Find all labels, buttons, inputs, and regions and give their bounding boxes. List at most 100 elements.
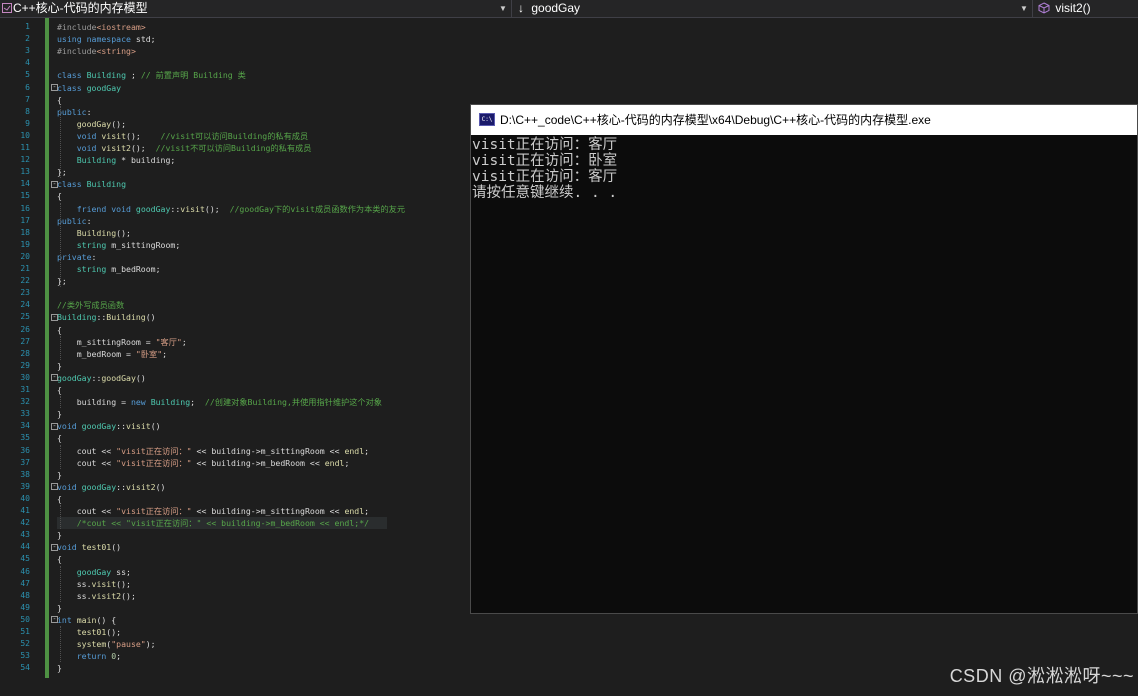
code-line: } [57,662,62,674]
line-number: 34 [20,421,30,431]
console-window[interactable]: C:\ D:\C++_code\C++核心-代码的内存模型\x64\Debug\… [470,104,1138,614]
code-token: private [57,251,92,262]
code-token: (); [116,578,131,589]
code-token: : [86,215,92,226]
code-token: ss [76,590,87,601]
code-token: using [57,34,82,45]
code-token: friend [76,203,107,214]
code-token: ; [190,397,205,408]
code-token: { [57,433,62,444]
collapse-icon[interactable]: - [51,313,58,321]
code-token: ; [364,445,370,456]
code-token: void [57,421,77,432]
line-number: 14 [20,179,30,189]
code-line: #include<iostream> [57,21,146,33]
code-line: //类外写成员函数 [57,299,124,311]
indent-guide [60,202,62,288]
code-token: /*cout << "visit正在访问：" << building->m_be… [76,518,370,529]
code-line: { [57,190,62,202]
member-scope-label: visit2() [1055,1,1091,15]
code-token: void [57,481,77,492]
chevron-down-icon[interactable]: ▼ [1020,0,1028,17]
code-line: class Building ; // 前置声明 Building 类 [57,69,246,81]
collapse-icon[interactable]: - [51,84,58,91]
file-scope-dropdown[interactable]: C++核心-代码的内存模型 [13,0,148,17]
code-token: Building [86,70,127,81]
code-token: endl [344,445,365,456]
code-token: string [76,264,107,274]
code-line: test01(); [57,626,121,638]
code-token: <string> [96,46,136,57]
code-token: cout [76,506,97,516]
code-token: "卧室" [135,348,163,359]
line-number: 44 [20,542,30,552]
line-number: 9 [25,118,30,128]
code-token: () [111,542,122,553]
code-token: void [57,542,77,553]
code-token: m_sittingRoom [76,336,141,347]
line-number: 51 [20,627,30,636]
console-line: visit正在访问：客厅 [472,137,618,153]
code-token: :: [116,481,127,492]
collapse-icon[interactable]: - [51,422,58,430]
code-line: Building(); [57,227,131,239]
code-token: namespace [86,34,131,45]
line-number: 20 [20,251,30,261]
code-token: //visit可以访问Building的私有成员 [160,130,309,141]
collapse-icon[interactable]: - [51,543,58,551]
code-line: { [57,553,62,565]
code-token: goodGay [57,372,92,383]
code-line: system("pause"); [57,638,156,650]
line-number: 53 [20,651,30,661]
code-token: Building [86,179,127,190]
code-token: #include [57,46,97,57]
member-scope-dropdown[interactable]: visit2() [1038,0,1091,17]
code-token: { [57,554,62,565]
code-line: m_bedRoom = "卧室"; [57,348,167,360]
watermark: CSDN @淞淞淞呀~~~ [949,666,1134,686]
collapse-icon[interactable]: - [51,483,58,491]
collapse-icon[interactable]: - [51,616,58,624]
code-token: ); [145,639,156,650]
code-token: (); [204,203,230,214]
code-token: ; [155,264,161,274]
line-number: 48 [20,590,30,600]
line-number: 41 [20,506,30,515]
indent-guide [60,105,62,179]
code-token: << [191,506,212,516]
code-line: public: [57,215,92,227]
code-token: void [111,203,131,214]
code-token: :: [91,372,102,383]
line-number: 39 [20,481,30,491]
code-token: //visit不可以访问Building的私有成员 [155,143,312,153]
collapse-icon[interactable]: - [51,374,58,382]
code-line: class Building [57,178,126,190]
code-line: { [57,432,62,444]
class-scope-dropdown[interactable]: ↓ goodGay [518,0,580,17]
code-token: visit [180,203,205,214]
collapse-icon[interactable]: - [51,180,58,188]
code-token: ; [162,348,168,359]
line-number: 5 [25,70,30,80]
line-number: 49 [20,602,30,612]
code-token: << [96,506,117,516]
code-line: int main() { [57,614,116,626]
line-number: 2 [25,34,30,44]
code-token: class [57,82,82,93]
code-token: goodGay [81,421,117,432]
code-token: building [211,506,251,516]
code-token: Building [76,155,117,166]
code-token: Building [57,312,97,323]
code-token: ; [181,336,187,347]
code-line: void visit2(); //visit不可以访问Building的私有成员 [57,142,312,154]
console-title-bar[interactable]: C:\ D:\C++_code\C++核心-代码的内存模型\x64\Debug\… [471,105,1137,135]
code-line: } [57,360,62,372]
code-token: = [121,348,136,359]
code-token: () [145,312,156,323]
code-token: << [96,445,117,456]
chevron-down-icon[interactable]: ▼ [499,0,507,17]
code-token: std; [130,34,156,45]
line-number: 19 [20,239,30,249]
code-token: return [76,651,107,662]
code-token: visit2 [101,143,131,153]
